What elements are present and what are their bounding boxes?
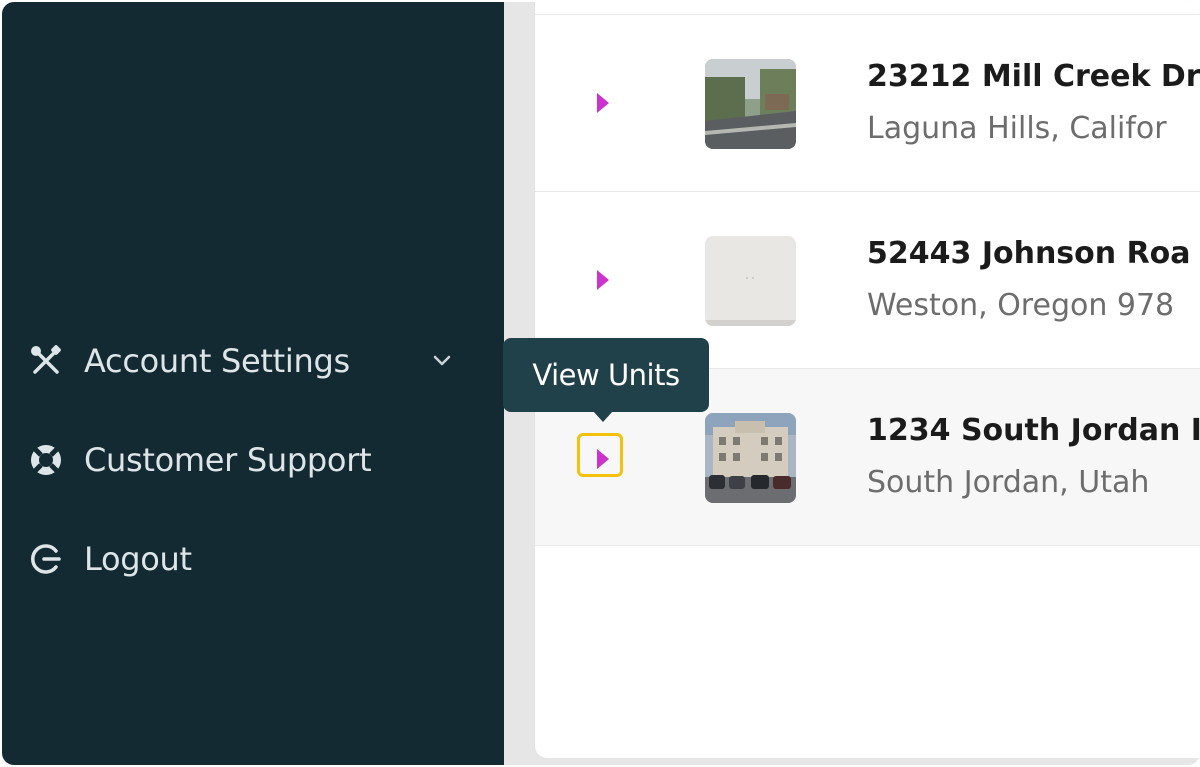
property-photo-placeholder	[705, 236, 796, 326]
property-photo	[705, 413, 796, 503]
tooltip: View Units	[503, 338, 709, 412]
app-window: Account Settings Customer Support Logout…	[2, 2, 1200, 765]
sidebar-item-logout[interactable]: Logout	[26, 537, 192, 581]
sidebar: Account Settings Customer Support Logout	[2, 2, 504, 765]
tools-icon	[26, 341, 66, 381]
lifebuoy-icon	[26, 440, 66, 480]
sidebar-item-label: Logout	[84, 540, 192, 578]
chevron-down-icon[interactable]	[426, 345, 458, 377]
tooltip-text: View Units	[532, 358, 680, 392]
property-photo	[705, 59, 796, 149]
property-location: Laguna Hills, Califor	[867, 111, 1167, 146]
logout-icon	[26, 539, 66, 579]
sidebar-item-customer-support[interactable]: Customer Support	[26, 438, 372, 482]
sidebar-item-label: Account Settings	[84, 342, 350, 380]
focus-highlight	[577, 433, 623, 477]
sidebar-item-label: Customer Support	[84, 441, 372, 479]
expand-arrow-icon[interactable]	[593, 88, 613, 118]
property-address[interactable]: 52443 Johnson Roa	[867, 236, 1191, 271]
property-location: South Jordan, Utah	[867, 465, 1150, 500]
sidebar-item-account-settings[interactable]: Account Settings	[26, 339, 466, 383]
property-address[interactable]: 23212 Mill Creek Dri	[867, 59, 1200, 94]
table-row[interactable]: 23212 Mill Creek Dri Laguna Hills, Calif…	[535, 15, 1200, 192]
tooltip-caret	[593, 411, 613, 422]
property-address[interactable]: 1234 South Jordan I	[867, 413, 1200, 448]
property-location: Weston, Oregon 978	[867, 288, 1175, 323]
expand-arrow-icon[interactable]	[593, 265, 613, 295]
